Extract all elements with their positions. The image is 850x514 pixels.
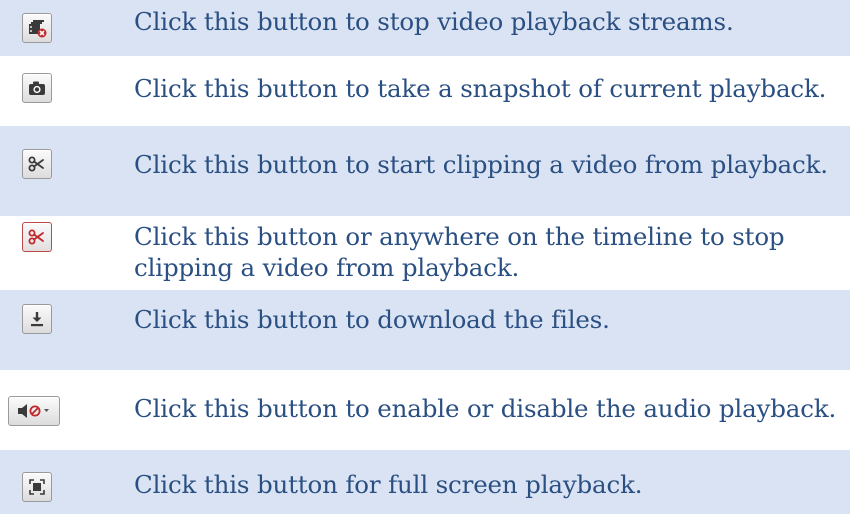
scissors-icon [27,154,47,174]
stop-playback-button[interactable] [22,13,52,43]
audio-toggle-button[interactable] [8,396,60,426]
row-description: Click this button to start clipping a vi… [134,150,828,179]
table-row: Click this button to start clipping a vi… [0,126,850,216]
stop-playback-icon [27,18,47,38]
row-description: Click this button for full screen playba… [134,470,643,499]
download-icon [27,309,47,329]
camera-icon [27,78,47,98]
table-row: Click this button to enable or disable t… [0,370,850,450]
icon-description-table: Click this button to stop video playback… [0,0,850,514]
row-description: Click this button to take a snapshot of … [134,74,827,103]
table-row: Click this button to stop video playback… [0,0,850,56]
row-description: Click this button to stop video playback… [134,7,734,36]
row-description: Click this button or anywhere on the tim… [134,222,785,282]
row-description: Click this button to enable or disable t… [134,394,837,423]
speaker-muted-icon [14,401,54,421]
snapshot-button[interactable] [22,73,52,103]
fullscreen-icon [27,477,47,497]
stop-clip-button[interactable] [22,222,52,252]
table-row: Click this button to download the files. [0,290,850,370]
download-button[interactable] [22,304,52,334]
row-description: Click this button to download the files. [134,305,610,334]
table-row: Click this button to take a snapshot of … [0,56,850,126]
scissors-red-icon [27,227,47,247]
table-row: Click this button or anywhere on the tim… [0,216,850,290]
start-clip-button[interactable] [22,149,52,179]
table-row: Click this button for full screen playba… [0,450,850,514]
fullscreen-button[interactable] [22,472,52,502]
